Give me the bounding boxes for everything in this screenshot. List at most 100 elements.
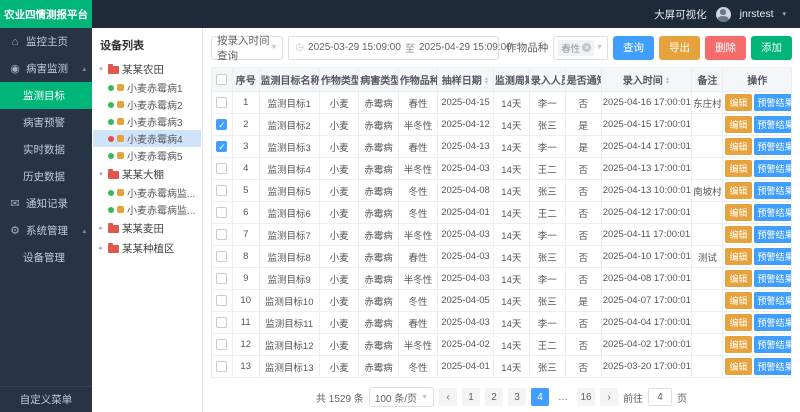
tag-close-icon[interactable]: × — [582, 43, 591, 52]
row-select-cell[interactable] — [212, 202, 233, 224]
row-select-cell[interactable] — [212, 224, 233, 246]
row-checkbox[interactable] — [216, 207, 227, 218]
sidebar-item-disease-warning[interactable]: 病害预警 — [0, 109, 92, 136]
row-checkbox[interactable] — [216, 229, 227, 240]
warning-result-button[interactable]: 预警结果 — [754, 248, 792, 265]
warning-result-button[interactable]: 预警结果 — [754, 358, 792, 375]
row-checkbox[interactable]: ✓ — [216, 141, 227, 152]
warning-result-button[interactable]: 预警结果 — [754, 314, 792, 331]
row-select-cell[interactable]: ✓ — [212, 136, 233, 158]
page-ellipsis[interactable]: … — [554, 388, 572, 406]
row-select-cell[interactable]: ✓ — [212, 114, 233, 136]
row-checkbox[interactable] — [216, 273, 227, 284]
row-checkbox[interactable] — [216, 361, 227, 372]
sidebar-item-notice-record[interactable]: ✉通知记录 — [0, 190, 92, 217]
tree-device-item[interactable]: 小麦赤霉病3 — [93, 113, 201, 130]
edit-button[interactable]: 编辑 — [725, 116, 751, 133]
sidebar-item-home[interactable]: ⌂监控主页 — [0, 28, 92, 55]
tree-device-item[interactable]: 小麦赤霉病2 — [93, 96, 201, 113]
page-button-2[interactable]: 2 — [485, 388, 503, 406]
column-header[interactable]: 监测目标名称▲▼ — [259, 68, 319, 92]
edit-button[interactable]: 编辑 — [725, 292, 751, 309]
page-button-4[interactable]: 4 — [531, 388, 549, 406]
row-checkbox[interactable] — [216, 251, 227, 262]
warning-result-button[interactable]: 预警结果 — [754, 270, 792, 287]
sidebar-item-device-manage[interactable]: 设备管理 — [0, 244, 92, 271]
warning-result-button[interactable]: 预警结果 — [754, 292, 792, 309]
column-header[interactable]: 病害类型▲▼ — [359, 68, 398, 92]
warning-result-button[interactable]: 预警结果 — [754, 116, 792, 133]
edit-button[interactable]: 编辑 — [725, 138, 751, 155]
row-select-cell[interactable] — [212, 180, 233, 202]
sidebar-item-disease-monitor[interactable]: ◉病害监测▴ — [0, 55, 92, 82]
query-type-select[interactable]: 按录入时间查询 ▼ — [211, 36, 283, 60]
edit-button[interactable]: 编辑 — [725, 248, 751, 265]
custom-menu-button[interactable]: 自定义菜单 — [0, 386, 92, 412]
edit-button[interactable]: 编辑 — [725, 270, 751, 287]
row-checkbox[interactable]: ✓ — [216, 119, 227, 130]
export-button[interactable]: 导出 — [659, 36, 700, 60]
warning-result-button[interactable]: 预警结果 — [754, 182, 792, 199]
username[interactable]: jnrstest — [740, 8, 774, 20]
warning-result-button[interactable]: 预警结果 — [754, 226, 792, 243]
row-checkbox[interactable] — [216, 339, 227, 350]
warning-result-button[interactable]: 预警结果 — [754, 160, 792, 177]
warning-result-button[interactable]: 预警结果 — [754, 94, 792, 111]
edit-button[interactable]: 编辑 — [725, 314, 751, 331]
column-header[interactable]: 录入时间▲▼ — [601, 68, 691, 92]
date-range-picker[interactable]: ◷ 2025-03-29 15:09:00 至 2025-04-29 15:09… — [288, 36, 499, 60]
row-select-cell[interactable] — [212, 334, 233, 356]
row-select-cell[interactable] — [212, 92, 233, 114]
row-checkbox[interactable] — [216, 185, 227, 196]
add-button[interactable]: 添加 — [751, 36, 792, 60]
page-button-3[interactable]: 3 — [508, 388, 526, 406]
page-button-1[interactable]: 1 — [462, 388, 480, 406]
page-size-select[interactable]: 100 条/页▼ — [369, 387, 434, 407]
edit-button[interactable]: 编辑 — [725, 160, 751, 177]
row-select-cell[interactable] — [212, 356, 233, 378]
row-select-cell[interactable] — [212, 268, 233, 290]
column-header[interactable]: 作物品种▲▼ — [398, 68, 437, 92]
column-header[interactable]: 监测周期▲▼ — [493, 68, 529, 92]
row-checkbox[interactable] — [216, 97, 227, 108]
row-select-cell[interactable] — [212, 246, 233, 268]
tree-folder-plant-area[interactable]: ▸某某种植区 — [93, 238, 201, 258]
crop-variety-select[interactable]: 春性 × ▼ — [553, 36, 608, 60]
edit-button[interactable]: 编辑 — [725, 204, 751, 221]
prev-page-button[interactable]: ‹ — [439, 388, 457, 406]
row-select-cell[interactable] — [212, 312, 233, 334]
edit-button[interactable]: 编辑 — [725, 358, 751, 375]
sort-icon[interactable]: ▲▼ — [484, 77, 489, 86]
search-button[interactable]: 查询 — [613, 36, 654, 60]
warning-result-button[interactable]: 预警结果 — [754, 138, 792, 155]
edit-button[interactable]: 编辑 — [725, 94, 751, 111]
row-select-cell[interactable] — [212, 158, 233, 180]
sort-icon[interactable]: ▲▼ — [665, 77, 670, 86]
goto-page-input[interactable]: 4 — [648, 388, 672, 406]
edit-button[interactable]: 编辑 — [725, 336, 751, 353]
select-all-header[interactable] — [212, 68, 233, 92]
row-select-cell[interactable] — [212, 290, 233, 312]
tree-device-item[interactable]: 小麦赤霉病4 — [93, 130, 201, 147]
tree-device-item[interactable]: 小麦赤霉病监... — [93, 184, 201, 201]
sidebar-item-realtime-data[interactable]: 实时数据 — [0, 136, 92, 163]
column-header[interactable]: 抽样日期▲▼ — [438, 68, 494, 92]
warning-result-button[interactable]: 预警结果 — [754, 204, 792, 221]
select-all-checkbox[interactable] — [216, 74, 227, 85]
tree-device-item[interactable]: 小麦赤霉病1 — [93, 79, 201, 96]
edit-button[interactable]: 编辑 — [725, 226, 751, 243]
sidebar-item-system-manage[interactable]: ⚙系统管理▴ — [0, 217, 92, 244]
page-button-16[interactable]: 16 — [577, 388, 595, 406]
big-screen-link[interactable]: 大屏可视化 — [654, 7, 707, 22]
row-checkbox[interactable] — [216, 317, 227, 328]
edit-button[interactable]: 编辑 — [725, 182, 751, 199]
tree-device-item[interactable]: 小麦赤霉病5 — [93, 147, 201, 164]
row-checkbox[interactable] — [216, 295, 227, 306]
delete-button[interactable]: 删除 — [705, 36, 746, 60]
sidebar-item-history-data[interactable]: 历史数据 — [0, 163, 92, 190]
sidebar-item-monitor-target[interactable]: 监测目标 — [0, 82, 92, 109]
warning-result-button[interactable]: 预警结果 — [754, 336, 792, 353]
row-checkbox[interactable] — [216, 163, 227, 174]
tree-folder-greenhouse[interactable]: ▾某某大棚 — [93, 164, 201, 184]
tree-folder-farm[interactable]: ▾某某农田 — [93, 59, 201, 79]
